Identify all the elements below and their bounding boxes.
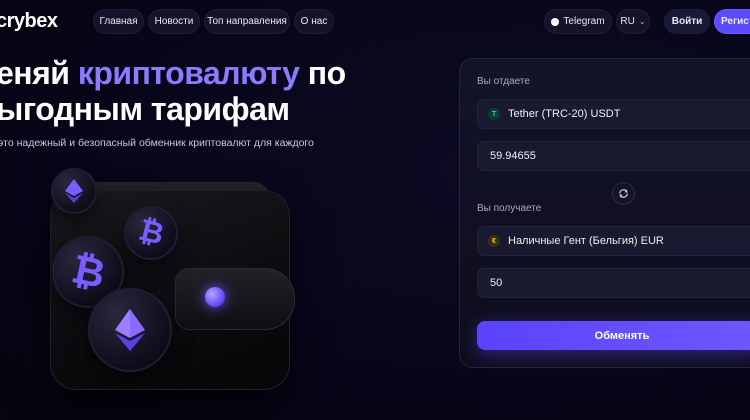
give-amount-input[interactable]: 59.94655 [477, 141, 750, 171]
give-currency-select[interactable]: T Tether (TRC-20) USDT [477, 99, 750, 129]
nav-about-label: О нас [300, 16, 328, 27]
nav-about[interactable]: О нас [294, 9, 334, 34]
ethereum-coin-small [51, 168, 97, 214]
nav-home-label: Главная [99, 16, 138, 27]
get-currency-select[interactable]: € Наличные Гент (Бельгия) EUR [477, 226, 750, 256]
nav-news-label: Новости [154, 16, 194, 27]
hero-subtitle: это надежный и безопасный обменник крипт… [0, 137, 314, 149]
hero-title-part2: по [299, 55, 346, 91]
telegram-button[interactable]: Telegram [544, 9, 612, 34]
get-currency-label: Наличные Гент (Бельгия) EUR [508, 235, 664, 247]
euro-icon: € [488, 235, 500, 247]
login-button[interactable]: Войти [664, 9, 710, 34]
exchange-submit-button[interactable]: Обменять [477, 321, 750, 350]
hero-title-accent: криптовалюту [77, 55, 300, 91]
login-label: Войти [671, 16, 703, 27]
wallet-flap [175, 268, 295, 330]
register-button[interactable]: Регистр [714, 9, 750, 34]
language-label: RU [620, 16, 635, 27]
nav-top-directions-label: Топ направления [207, 16, 287, 27]
bitcoin-coin-right: ₿ [124, 206, 178, 260]
ethereum-coin-large [88, 288, 172, 372]
give-currency-label: Tether (TRC-20) USDT [508, 108, 621, 120]
exchange-submit-label: Обменять [594, 329, 650, 342]
give-amount-value: 59.94655 [490, 150, 536, 162]
nav-news[interactable]: Новости [148, 9, 200, 34]
telegram-label: Telegram [563, 16, 605, 27]
nav-home[interactable]: Главная [93, 9, 144, 34]
give-label: Вы отдаете [477, 76, 530, 87]
get-label: Вы получаете [477, 203, 542, 214]
register-label: Регистр [721, 16, 750, 27]
swap-icon [619, 189, 628, 198]
language-select[interactable]: RU ⌄ [616, 9, 650, 34]
swap-button[interactable] [612, 182, 635, 205]
ethereum-icon [65, 179, 83, 203]
get-amount-value: 50 [490, 277, 503, 289]
chevron-down-icon: ⌄ [638, 17, 646, 26]
wallet-clasp [205, 287, 225, 307]
hero-title: еняй криптовалюту по ыгодным тарифам [0, 55, 436, 127]
get-amount-input[interactable]: 50 [477, 268, 750, 298]
hero-title-line2: ыгодным тарифам [0, 91, 290, 127]
tether-icon: T [488, 108, 500, 120]
telegram-icon [551, 17, 560, 26]
hero-title-part1: еняй [0, 55, 78, 91]
ethereum-icon [115, 309, 145, 351]
nav-top-directions[interactable]: Топ направления [204, 9, 290, 34]
bitcoin-icon: ₿ [135, 213, 167, 252]
logo[interactable]: crybex [0, 10, 58, 33]
bitcoin-icon: ₿ [67, 246, 109, 297]
